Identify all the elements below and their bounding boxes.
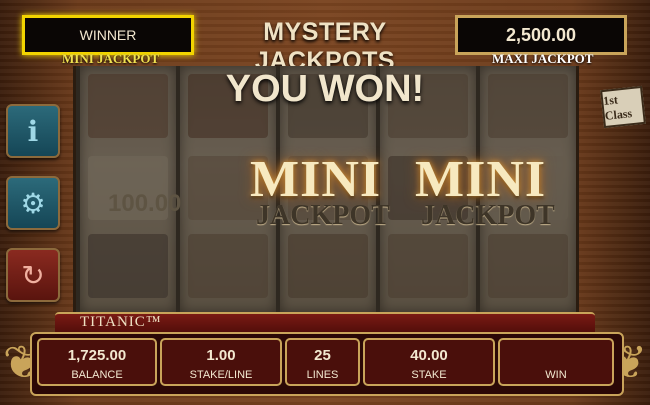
line-win-amount: 100.00 <box>108 190 182 217</box>
stake-per-line-field[interactable]: 1.00 STAKE/LINE <box>160 338 282 386</box>
maxi-jackpot-box: 2,500.00 <box>455 15 627 55</box>
lines-value: 25 <box>314 347 331 364</box>
lines-field[interactable]: 25 LINES <box>285 338 360 386</box>
win-headline: YOU WON! <box>225 68 425 110</box>
jackpot-word-right: JACKPOT <box>421 200 555 231</box>
stake-field: 40.00 STAKE <box>363 338 495 386</box>
win-label: WIN <box>545 369 567 381</box>
info-icon: i <box>27 114 39 148</box>
brand-name: TITANIC™ <box>80 314 162 330</box>
first-class-text: 1st Class <box>602 92 633 123</box>
balance-field: 1,725.00 BALANCE <box>37 338 157 386</box>
settings-button[interactable]: ⚙ <box>6 176 60 230</box>
balance-label: BALANCE <box>71 369 123 381</box>
lines-label: LINES <box>306 369 339 381</box>
autoplay-button[interactable]: ↻ <box>6 248 60 302</box>
stake-per-line-value: 1.00 <box>206 347 236 364</box>
first-class-badge: 1st Class <box>600 85 646 129</box>
stake-per-line-label: STAKE/LINE <box>189 369 253 381</box>
info-button[interactable]: i <box>6 104 60 158</box>
mini-jackpot-label: MINI JACKPOT <box>62 51 160 66</box>
balance-value: 1,725.00 <box>67 347 127 364</box>
stake-value: 40.00 <box>410 347 448 364</box>
jackpot-bar: WINNER MYSTERY JACKPOTS 2,500.00 MINI JA… <box>0 0 650 75</box>
autoplay-icon: ↻ <box>21 259 45 291</box>
stake-label: STAKE <box>411 369 447 381</box>
jackpot-word-left: JACKPOT <box>256 200 390 231</box>
mini-jackpot-value: WINNER <box>79 27 137 43</box>
maxi-jackpot-label: MAXI JACKPOT <box>492 51 594 66</box>
gear-icon: ⚙ <box>20 187 46 219</box>
win-field: WIN <box>498 338 614 386</box>
maxi-jackpot-value: 2,500.00 <box>505 24 577 45</box>
mini-jackpot-box: WINNER <box>22 15 194 55</box>
